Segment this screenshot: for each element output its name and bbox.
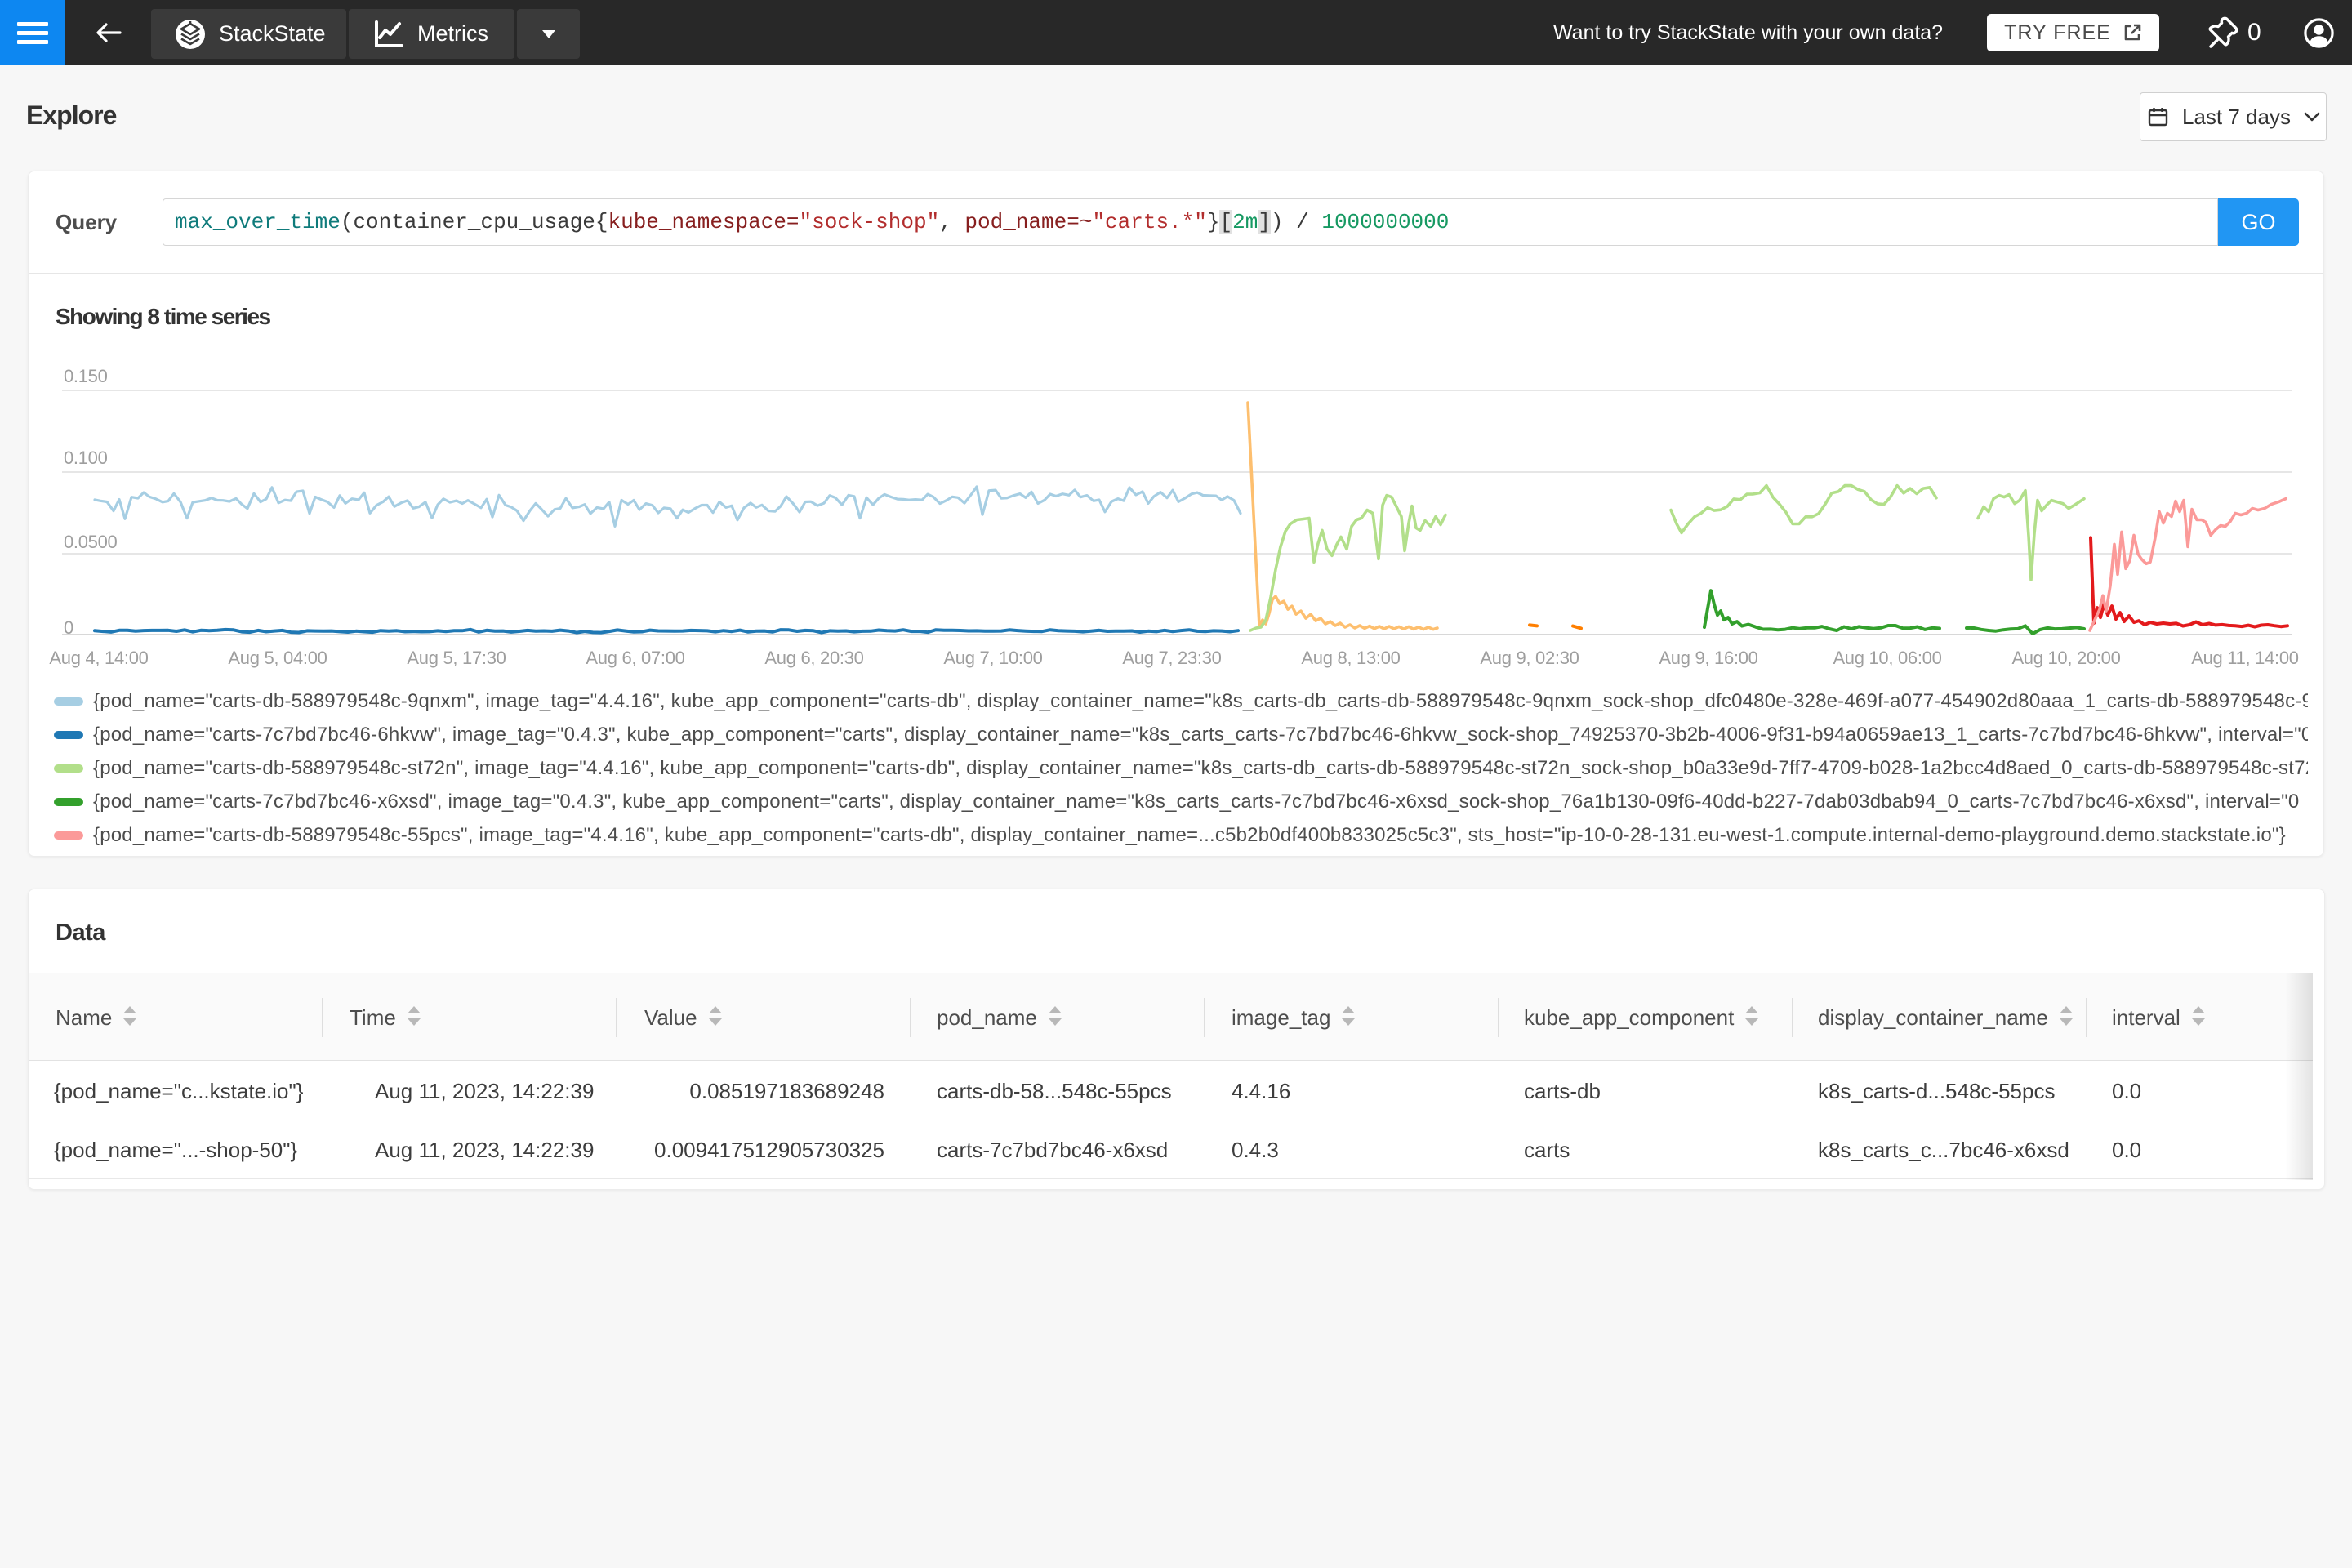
svg-text:Aug 10, 20:00: Aug 10, 20:00 [2011,648,2120,668]
svg-text:Aug 9, 02:30: Aug 9, 02:30 [1480,648,1579,668]
svg-text:0.150: 0.150 [64,366,108,386]
svg-text:Aug 6, 07:00: Aug 6, 07:00 [586,648,684,668]
svg-text:0.0500: 0.0500 [64,532,118,552]
svg-text:Aug 11, 14:00: Aug 11, 14:00 [2191,648,2299,668]
svg-text:0: 0 [64,617,74,638]
svg-text:Aug 10, 06:00: Aug 10, 06:00 [1833,648,1941,668]
svg-text:Aug 7, 10:00: Aug 7, 10:00 [943,648,1042,668]
svg-text:Aug 8, 13:00: Aug 8, 13:00 [1301,648,1400,668]
svg-text:Aug 9, 16:00: Aug 9, 16:00 [1659,648,1757,668]
svg-text:Aug 7, 23:30: Aug 7, 23:30 [1122,648,1221,668]
svg-text:0.100: 0.100 [64,448,108,468]
svg-text:Aug 5, 04:00: Aug 5, 04:00 [228,648,327,668]
svg-text:Aug 4, 14:00: Aug 4, 14:00 [49,648,148,668]
svg-text:Aug 6, 20:30: Aug 6, 20:30 [764,648,863,668]
svg-text:Aug 5, 17:30: Aug 5, 17:30 [407,648,506,668]
